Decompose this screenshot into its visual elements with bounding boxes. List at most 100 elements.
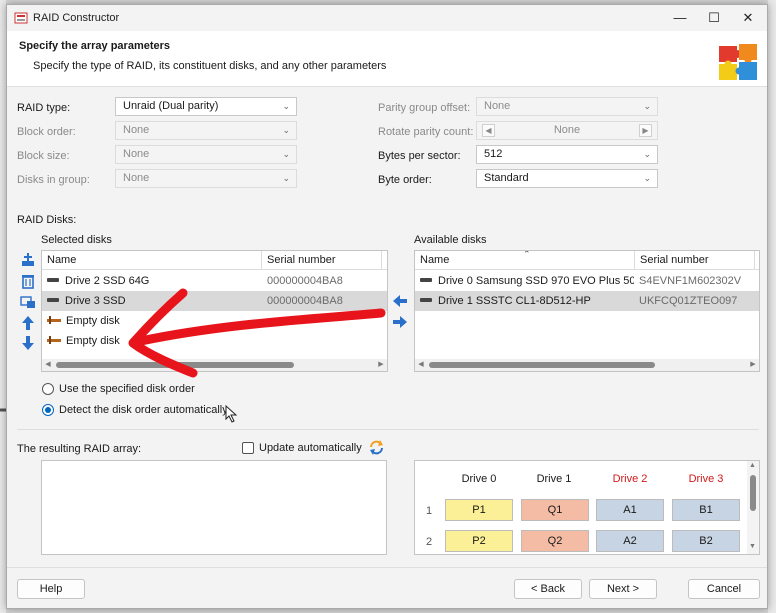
available-disks-label: Available disks [414, 234, 487, 246]
disks-in-group-value: None [123, 172, 150, 184]
selected-disks-label: Selected disks [41, 234, 112, 246]
spin-right-icon[interactable]: ▶ [639, 124, 652, 137]
rotate-parity-count-spinner[interactable]: ◀ None ▶ [476, 121, 658, 140]
next-button[interactable]: Next > [589, 579, 657, 599]
byte-order-select[interactable]: Standard ⌄ [476, 169, 658, 188]
section-divider [17, 429, 759, 430]
parity-group-offset-value: None [484, 100, 511, 112]
grid-cell: P2 [445, 530, 513, 552]
chevron-down-icon: ⌄ [282, 149, 290, 159]
block-order-select[interactable]: None ⌄ [115, 121, 297, 140]
minimize-button[interactable]: — [663, 7, 697, 29]
grid-cell: A1 [596, 499, 664, 521]
chevron-down-icon: ⌄ [643, 173, 651, 183]
delete-disk-icon[interactable] [20, 273, 36, 289]
disks-in-group-select[interactable]: None ⌄ [115, 169, 297, 188]
result-textbox[interactable] [41, 460, 387, 555]
footer-divider [7, 567, 767, 568]
background-right [768, 0, 776, 613]
specified-order-label[interactable]: Use the specified disk order [59, 383, 195, 395]
sort-ascending-icon: ⌃ [523, 250, 531, 259]
grid-header-drive-0: Drive 0 [461, 473, 497, 485]
parity-group-offset-select[interactable]: None ⌄ [476, 97, 658, 116]
selected-col-serial[interactable]: Serial number [262, 251, 382, 270]
scroll-thumb[interactable] [750, 475, 756, 511]
bytes-per-sector-value: 512 [484, 148, 503, 160]
drive-icon [47, 298, 59, 303]
block-order-value: None [123, 124, 150, 136]
grid-row-number: 2 [426, 536, 433, 548]
horizontal-scrollbar[interactable]: ◀ ▶ [415, 359, 759, 371]
selected-col-filler [382, 251, 387, 270]
drive-icon [420, 278, 432, 283]
move-up-icon[interactable] [20, 315, 36, 331]
raid-layout-grid: Drive 0 Drive 1 Drive 2 Drive 3 1 P1 Q1 … [414, 460, 760, 555]
move-down-icon[interactable] [20, 335, 36, 351]
grid-row-number: 1 [426, 505, 433, 517]
move-to-available-icon[interactable] [393, 316, 407, 328]
grid-cell: Q2 [521, 530, 589, 552]
drive-icon [420, 298, 432, 303]
header-subtitle: Specify the type of RAID, its constituen… [33, 60, 387, 72]
scroll-left-icon[interactable]: ◀ [415, 359, 427, 371]
move-to-selected-icon[interactable] [393, 295, 407, 307]
empty-disk-icon [47, 336, 61, 345]
parity-group-offset-label: Parity group offset: [378, 102, 471, 114]
disk-serial: UKFCQ01ZTEO097 [639, 295, 738, 307]
chevron-down-icon: ⌄ [643, 101, 651, 111]
disk-name-cell: Drive 1 SSSTC CL1-8D512-HP [420, 291, 634, 311]
scroll-down-icon[interactable]: ▼ [749, 543, 756, 550]
specified-order-radio[interactable] [42, 383, 54, 395]
scroll-thumb[interactable] [429, 362, 655, 368]
back-button[interactable]: < Back [514, 579, 582, 599]
grid-header-drive-3: Drive 3 [688, 473, 724, 485]
header-title: Specify the array parameters [19, 40, 171, 52]
block-size-select[interactable]: None ⌄ [115, 145, 297, 164]
update-auto-checkbox[interactable] [242, 442, 254, 454]
update-auto-label[interactable]: Update automatically [259, 442, 362, 454]
grid-cell: A2 [596, 530, 664, 552]
table-row[interactable]: Drive 1 SSSTC CL1-8D512-HP UKFCQ01ZTEO09… [415, 291, 759, 311]
selected-col-name[interactable]: Name [42, 251, 262, 270]
window-title: RAID Constructor [33, 12, 120, 24]
close-button[interactable]: ✕ [731, 7, 765, 29]
grid-cell: B1 [672, 499, 740, 521]
auto-order-radio[interactable] [42, 404, 54, 416]
available-disks-list[interactable]: Name ⌃ Serial number Drive 0 Samsung SSD… [414, 250, 760, 372]
disk-name: Drive 0 Samsung SSD 970 EVO Plus 500GB [438, 275, 634, 287]
grid-cell: P1 [445, 499, 513, 521]
drive-icon [47, 278, 59, 283]
available-col-serial[interactable]: Serial number [635, 251, 755, 270]
spin-left-icon[interactable]: ◀ [482, 124, 495, 137]
chevron-down-icon: ⌄ [282, 173, 290, 183]
scroll-right-icon[interactable]: ▶ [747, 359, 759, 371]
byte-order-label: Byte order: [378, 174, 432, 186]
auto-order-label[interactable]: Detect the disk order automatically [59, 404, 228, 416]
bytes-per-sector-select[interactable]: 512 ⌄ [476, 145, 658, 164]
cancel-button[interactable]: Cancel [688, 579, 760, 599]
table-row[interactable]: Drive 0 Samsung SSD 970 EVO Plus 500GB S… [415, 271, 759, 291]
raid-type-label: RAID type: [17, 102, 71, 114]
empty-disk-icon [47, 316, 61, 325]
block-size-value: None [123, 148, 150, 160]
disk-properties-icon[interactable] [20, 294, 36, 310]
scroll-left-icon[interactable]: ◀ [42, 359, 54, 371]
maximize-button[interactable]: ☐ [697, 7, 731, 29]
disk-name: Drive 1 SSSTC CL1-8D512-HP [438, 295, 591, 307]
vertical-scrollbar[interactable]: ▲ ▼ [747, 461, 759, 554]
chevron-down-icon: ⌄ [643, 149, 651, 159]
raid-constructor-window: RAID Constructor — ☐ ✕ Specify the array… [6, 4, 768, 609]
rotate-parity-count-value: None [553, 124, 581, 136]
help-button[interactable]: Help [17, 579, 85, 599]
chevron-down-icon: ⌄ [282, 101, 290, 111]
annotation-arrow [128, 288, 386, 378]
byte-order-value: Standard [484, 172, 529, 184]
grid-cell: Q1 [521, 499, 589, 521]
mouse-cursor-icon [225, 405, 237, 423]
add-disk-icon[interactable] [20, 252, 36, 268]
refresh-icon[interactable] [369, 440, 384, 455]
grid-header-drive-1: Drive 1 [536, 473, 572, 485]
app-icon [14, 12, 28, 24]
raid-type-select[interactable]: Unraid (Dual parity) ⌄ [115, 97, 297, 116]
scroll-up-icon[interactable]: ▲ [749, 462, 756, 469]
